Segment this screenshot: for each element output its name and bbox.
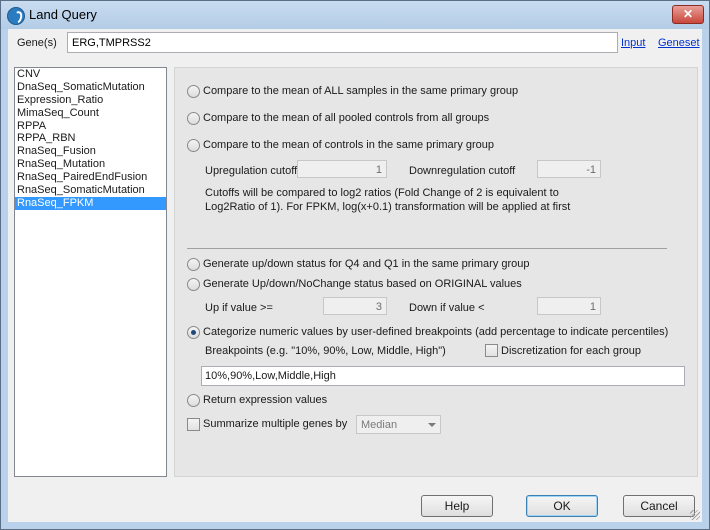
genes-input[interactable] (67, 32, 618, 53)
app-logo-icon (7, 7, 25, 25)
chevron-down-icon (428, 423, 436, 427)
radio-all-samples[interactable] (187, 85, 200, 98)
list-item[interactable]: RnaSeq_SomaticMutation (15, 184, 166, 197)
list-item-selected[interactable]: RnaSeq_FPKM (15, 196, 166, 210)
breakpoints-label: Breakpoints (e.g. "10%, 90%, Low, Middle… (205, 345, 446, 357)
option-return-expression-label: Return expression values (203, 394, 328, 406)
list-item[interactable]: CNV (15, 68, 166, 81)
list-item[interactable]: RPPA (15, 120, 166, 133)
down-cutoff-field[interactable]: -1 (537, 160, 601, 178)
summarize-label: Summarize multiple genes by (203, 418, 348, 430)
option-categorize-label: Categorize numeric values by user-define… (203, 326, 669, 338)
list-item[interactable]: DnaSeq_SomaticMutation (15, 81, 166, 94)
genes-label: Gene(s) (17, 37, 57, 49)
section-divider (187, 248, 667, 249)
ok-button[interactable]: OK (526, 495, 598, 517)
geneset-link[interactable]: Geneset (658, 37, 700, 49)
radio-q4-q1[interactable] (187, 258, 200, 271)
close-button[interactable]: ✕ (672, 5, 704, 24)
cutoff-note-line1: Cutoffs will be compared to log2 ratios … (205, 187, 559, 199)
option-q4-q1-label: Generate up/down status for Q4 and Q1 in… (203, 258, 530, 270)
up-if-field[interactable]: 3 (323, 297, 387, 315)
dataset-list[interactable]: CNV DnaSeq_SomaticMutation Expression_Ra… (14, 67, 167, 477)
window-title: Land Query (29, 7, 97, 22)
resize-grip-icon[interactable] (690, 510, 700, 520)
list-item[interactable]: RnaSeq_PairedEndFusion (15, 171, 166, 184)
cutoff-note-line2: Log2Ratio of 1). For FPKM, log(x+0.1) tr… (205, 201, 571, 213)
title-bar: Land Query ✕ (1, 1, 709, 29)
options-panel: Compare to the mean of ALL samples in th… (174, 67, 698, 477)
list-item[interactable]: RPPA_RBN (15, 132, 166, 145)
radio-controls-group[interactable] (187, 139, 200, 152)
breakpoints-input[interactable]: 10%,90%,Low,Middle,High (201, 366, 685, 386)
cancel-button[interactable]: Cancel (623, 495, 695, 517)
down-if-label: Down if value < (409, 302, 485, 314)
land-query-dialog: Land Query ✕ Gene(s) Input Geneset CNV D… (0, 0, 710, 530)
list-item[interactable]: RnaSeq_Fusion (15, 145, 166, 158)
radio-pooled-controls[interactable] (187, 112, 200, 125)
dialog-body: Gene(s) Input Geneset CNV DnaSeq_Somatic… (8, 29, 702, 522)
list-item[interactable]: Expression_Ratio (15, 94, 166, 107)
up-cutoff-field[interactable]: 1 (297, 160, 387, 178)
summarize-checkbox[interactable] (187, 418, 200, 431)
help-button[interactable]: Help (421, 495, 493, 517)
summarize-select[interactable]: Median (356, 415, 441, 434)
down-if-field[interactable]: 1 (537, 297, 601, 315)
option-original-values-label: Generate Up/down/NoChange status based o… (203, 278, 522, 290)
option-controls-group-label: Compare to the mean of controls in the s… (203, 139, 495, 151)
option-all-samples-label: Compare to the mean of ALL samples in th… (203, 85, 519, 97)
discretization-label: Discretization for each group (501, 345, 642, 357)
up-if-label: Up if value >= (205, 302, 273, 314)
input-link[interactable]: Input (621, 37, 645, 49)
up-cutoff-label: Upregulation cutoff (205, 165, 298, 177)
list-item[interactable]: MimaSeq_Count (15, 107, 166, 120)
radio-original-values[interactable] (187, 278, 200, 291)
list-item[interactable]: RnaSeq_Mutation (15, 158, 166, 171)
radio-categorize[interactable] (187, 326, 200, 339)
summarize-select-value: Median (361, 419, 398, 431)
discretization-checkbox[interactable] (485, 344, 498, 357)
radio-return-expression[interactable] (187, 394, 200, 407)
option-pooled-controls-label: Compare to the mean of all pooled contro… (203, 112, 490, 124)
down-cutoff-label: Downregulation cutoff (409, 165, 516, 177)
